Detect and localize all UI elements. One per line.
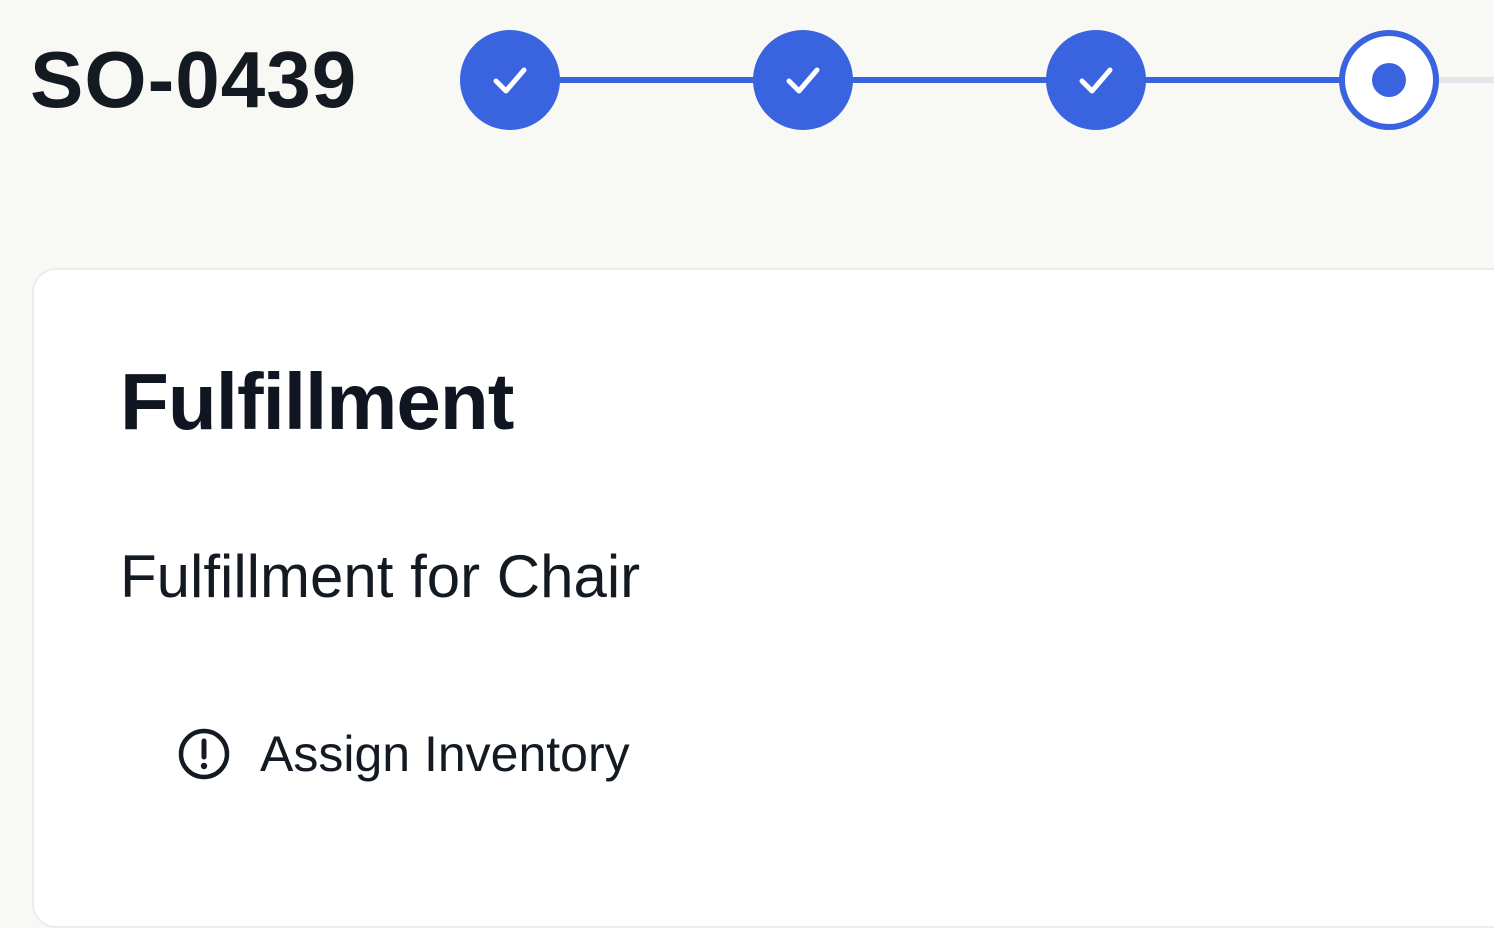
step-connector-1	[555, 77, 758, 83]
step-connector-3	[1141, 77, 1344, 83]
card-title: Fulfillment	[120, 357, 514, 446]
order-id: SO-0439	[30, 35, 358, 124]
alert-circle-icon	[178, 728, 230, 780]
task-item-assign-inventory[interactable]: Assign Inventory	[176, 722, 630, 786]
check-icon	[786, 67, 820, 94]
step-4-current[interactable]	[1339, 30, 1439, 130]
check-icon	[493, 67, 527, 94]
progress-stepper	[460, 30, 1494, 130]
current-step-dot-icon	[1372, 63, 1406, 97]
step-connector-4	[1434, 77, 1494, 83]
step-connector-2	[848, 77, 1051, 83]
step-3-completed[interactable]	[1046, 30, 1146, 130]
card-subtitle: Fulfillment for Chair	[120, 543, 641, 610]
fulfillment-card: Fulfillment Fulfillment for Chair Assign…	[32, 268, 1494, 928]
step-2-completed[interactable]	[753, 30, 853, 130]
step-1-completed[interactable]	[460, 30, 560, 130]
task-label: Assign Inventory	[260, 726, 630, 782]
page-header: SO-0439	[0, 0, 1494, 160]
check-icon	[1079, 67, 1113, 94]
